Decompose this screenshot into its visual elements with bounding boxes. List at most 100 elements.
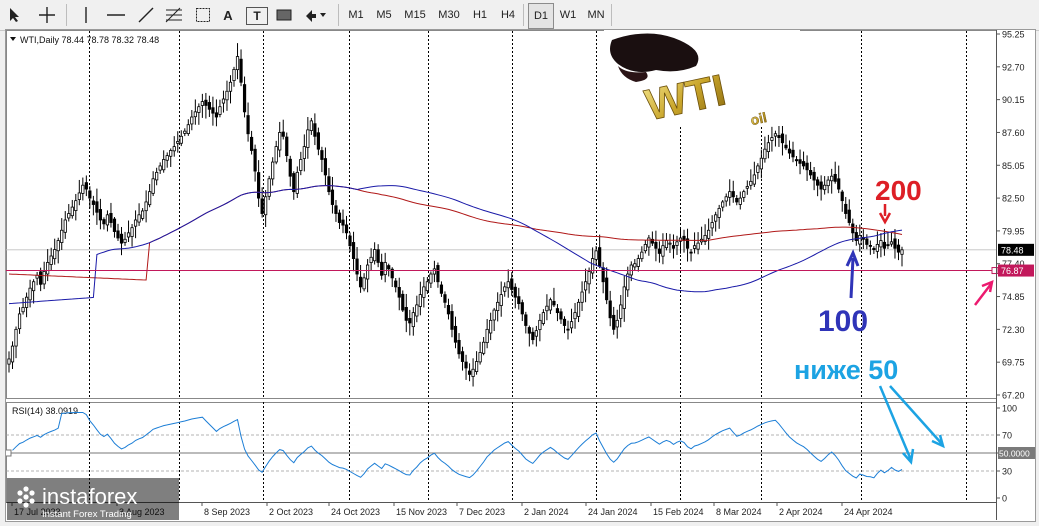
candle-body	[281, 131, 285, 137]
candle-body	[738, 197, 742, 205]
candle-body	[763, 148, 767, 160]
arrows-tool-icon[interactable]	[302, 3, 332, 27]
candle-body	[200, 101, 204, 106]
candle-body	[657, 248, 662, 254]
candle-body	[798, 159, 802, 164]
channel-icon[interactable]	[192, 3, 214, 27]
rsi-level-handle[interactable]	[4, 449, 12, 457]
candle-body	[721, 201, 725, 208]
candle-body	[383, 262, 387, 276]
candle-body	[302, 146, 306, 159]
candle-body	[380, 261, 384, 276]
candle-body	[647, 237, 651, 248]
text-tool-icon[interactable]: A	[218, 3, 238, 27]
candle-body	[893, 238, 897, 249]
candle-body	[671, 245, 676, 249]
candle-body	[865, 238, 869, 245]
candle-body	[179, 135, 183, 144]
fibonacci-icon[interactable]	[162, 3, 186, 27]
price-tick-label: 72.30	[1002, 325, 1025, 335]
time-axis-label: 15 Feb 2024	[653, 507, 704, 517]
horizontal-line-icon[interactable]	[104, 3, 128, 27]
chart-canvas[interactable]: 95.2592.7090.1587.6085.0582.5079.9577.40…	[4, 30, 1038, 521]
candle-body	[278, 132, 282, 151]
candle-body	[232, 68, 236, 81]
timeframe-button-m15[interactable]: M15	[400, 3, 430, 27]
candle-body	[580, 291, 584, 303]
timeframe-button-h1[interactable]: H1	[468, 3, 492, 27]
candle-body	[443, 294, 447, 303]
candle-body	[601, 267, 605, 283]
text-label-icon[interactable]: T	[246, 7, 268, 25]
time-axis-label: 2 Oct 2023	[269, 507, 313, 517]
candle-body	[640, 251, 644, 260]
candle-body	[404, 307, 408, 321]
candle-body	[605, 277, 609, 301]
candle-body	[56, 240, 60, 252]
candle-body	[362, 277, 366, 290]
timeframe-button-m30[interactable]: M30	[434, 3, 464, 27]
candle-body	[67, 213, 71, 219]
candle-body	[193, 111, 197, 118]
candle-body	[879, 240, 883, 248]
timeframe-button-mn[interactable]: MN	[584, 3, 608, 27]
blue-up-arrow-icon	[845, 249, 860, 299]
candle-body	[46, 262, 50, 275]
level-handle[interactable]	[991, 267, 999, 275]
candle-body	[868, 245, 872, 247]
candle-body	[10, 345, 15, 363]
candle-body	[496, 301, 500, 312]
candle-body	[770, 137, 774, 141]
candle-body	[524, 314, 528, 326]
candle-body	[439, 284, 444, 294]
candle-body	[675, 241, 679, 246]
timeframe-button-m1[interactable]: M1	[344, 3, 368, 27]
logo-dot	[23, 494, 29, 500]
rsi-tick-label: 70	[1002, 431, 1012, 441]
candle-body	[633, 263, 637, 268]
candle-body	[520, 302, 524, 315]
candle-body	[341, 219, 345, 226]
candle-body	[63, 219, 67, 233]
candle-body	[460, 351, 465, 362]
candle-body	[826, 179, 830, 187]
pink-arrow-icon	[974, 279, 994, 306]
candle-body	[710, 222, 714, 229]
timeframe-button-m5[interactable]: M5	[372, 3, 396, 27]
chart-menu-chevron-icon[interactable]	[10, 37, 16, 41]
candle-body	[221, 98, 226, 104]
candle-body	[513, 286, 517, 298]
candle-body	[186, 124, 190, 134]
vertical-line-icon[interactable]	[76, 3, 96, 27]
price-tick-label: 67.20	[1002, 391, 1025, 401]
time-axis-label: 8 Mar 2024	[716, 507, 762, 517]
crosshair-icon[interactable]	[36, 3, 58, 27]
candle-body	[446, 305, 451, 315]
timeframe-button-d1[interactable]: D1	[528, 3, 554, 29]
candle-body	[573, 312, 577, 320]
candle-body	[808, 170, 813, 176]
rectangle-icon[interactable]	[272, 3, 296, 27]
candle-body	[401, 293, 405, 311]
chart-frame[interactable]: 95.25 92.70 90.15 87.60 85.05 82.50 79.95 77.40…	[4, 29, 1038, 522]
candle-body	[425, 281, 429, 292]
candle-body	[267, 178, 271, 197]
candle-body	[88, 190, 92, 199]
price-tick-label: 90.15	[1002, 95, 1025, 105]
candle-body	[784, 144, 788, 149]
candle-body	[271, 161, 275, 180]
trend-line-icon[interactable]	[134, 3, 158, 27]
candle-body	[218, 106, 222, 115]
candle-body	[358, 276, 363, 288]
timeframe-button-w1[interactable]: W1	[556, 3, 580, 27]
price-tick-label: 82.50	[1002, 194, 1025, 204]
candle-body	[228, 81, 233, 92]
candle-body	[7, 358, 11, 365]
candle-body	[246, 115, 250, 135]
candle-body	[119, 233, 124, 244]
candle-body	[545, 305, 549, 312]
candle-body	[77, 192, 81, 200]
red-down-arrow-icon	[878, 204, 892, 225]
timeframe-button-h4[interactable]: H4	[496, 3, 520, 27]
cursor-arrow-icon[interactable]	[4, 3, 26, 27]
